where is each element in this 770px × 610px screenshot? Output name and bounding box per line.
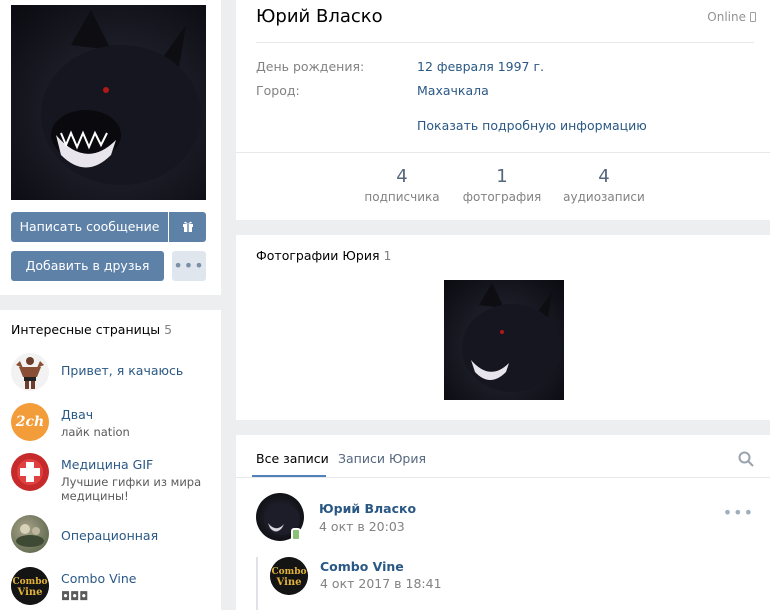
page-item[interactable]: 2ch Двач лайк nation bbox=[11, 403, 216, 447]
page-name[interactable]: Combo Vine bbox=[61, 571, 136, 586]
counter-label: подписчика bbox=[364, 190, 440, 204]
mobile-phone-icon bbox=[750, 12, 756, 22]
city-value[interactable]: Махачкала bbox=[417, 83, 489, 98]
counter-label: фотография bbox=[462, 190, 542, 204]
interesting-pages-title: Интересные страницы bbox=[11, 322, 161, 337]
svg-text:Vine: Vine bbox=[275, 577, 301, 588]
photos-card: Фотографии Юрия 1 bbox=[236, 235, 770, 420]
divider bbox=[256, 42, 754, 43]
page-subtitle: лайк nation bbox=[61, 425, 130, 439]
photos-header[interactable]: Фотографии Юрия 1 bbox=[256, 248, 391, 263]
page-name[interactable]: Операционная bbox=[61, 528, 158, 543]
photos-counter[interactable]: 1 фотография bbox=[457, 166, 547, 206]
audio-counter[interactable]: 4 аудиозаписи bbox=[559, 166, 649, 206]
page-avatar: 2ch bbox=[11, 403, 49, 441]
combo-vine-logo-icon: Combo Vine bbox=[270, 557, 308, 595]
birthday-value[interactable]: 12 февраля 1997 г. bbox=[417, 59, 544, 74]
send-message-button[interactable]: Написать сообщение bbox=[11, 212, 168, 242]
more-actions-button[interactable]: ••• bbox=[172, 251, 206, 281]
page-item[interactable]: Операционная bbox=[11, 515, 216, 559]
repost-indicator-line bbox=[256, 557, 258, 610]
repost-author-avatar[interactable]: Combo Vine bbox=[270, 557, 308, 595]
profile-avatar[interactable] bbox=[11, 5, 206, 200]
search-icon-glyph bbox=[738, 451, 754, 467]
svg-text:Vine: Vine bbox=[16, 587, 42, 598]
gift-icon bbox=[182, 221, 193, 232]
repost-author-name[interactable]: Combo Vine bbox=[320, 559, 404, 574]
wall-card: Все записи Записи Юрия Юрий Власко 4 окт… bbox=[236, 435, 770, 610]
counter-value: 4 bbox=[598, 166, 610, 187]
svg-text:Combo: Combo bbox=[13, 577, 48, 587]
page-name[interactable]: Двач bbox=[61, 407, 93, 422]
show-details-link[interactable]: Показать подробную информацию bbox=[417, 118, 647, 133]
operating-room-icon bbox=[16, 524, 44, 547]
page-avatar bbox=[11, 353, 49, 391]
repost-timestamp[interactable]: 4 окт 2017 в 18:41 bbox=[320, 576, 442, 591]
add-friend-button[interactable]: Добавить в друзья bbox=[11, 251, 164, 281]
bodybuilder-icon bbox=[16, 357, 44, 389]
divider bbox=[236, 477, 770, 478]
2ch-logo-icon: 2ch bbox=[15, 414, 45, 430]
interesting-pages-count: 5 bbox=[164, 322, 173, 337]
counter-value: 4 bbox=[396, 166, 408, 187]
mobile-online-icon bbox=[291, 528, 301, 541]
gift-button[interactable] bbox=[169, 212, 206, 242]
city-label: Город: bbox=[256, 83, 300, 98]
divider bbox=[236, 152, 770, 153]
page-subtitle: Лучшие гифки из мира медицины! bbox=[61, 475, 202, 503]
counter-label: аудиозаписи bbox=[563, 190, 645, 204]
page-item[interactable]: Медицина GIF Лучшие гифки из мира медици… bbox=[11, 453, 216, 503]
photo-thumbnail[interactable] bbox=[444, 280, 564, 400]
profile-actions-card: Написать сообщение Добавить в друзья ••• bbox=[0, 0, 221, 295]
wolf-image bbox=[462, 283, 562, 392]
counter-value: 1 bbox=[496, 166, 508, 187]
page-name[interactable]: Медицина GIF bbox=[61, 457, 153, 472]
interesting-pages-card: Интересные страницы 5 Привет, я качаюсь 2… bbox=[0, 310, 221, 610]
page-name[interactable]: Привет, я качаюсь bbox=[61, 363, 183, 378]
tab-user-posts[interactable]: Записи Юрия bbox=[338, 451, 426, 466]
profile-info-card: Юрий Власко Online День рождения: 12 фев… bbox=[236, 0, 770, 220]
page-subtitle: ◘◘◘ bbox=[61, 589, 89, 603]
medical-cross-icon bbox=[17, 459, 43, 485]
followers-counter[interactable]: 4 подписчика bbox=[357, 166, 447, 206]
post-more-button[interactable]: ••• bbox=[723, 503, 754, 522]
online-status-text: Online bbox=[707, 10, 746, 24]
search-icon[interactable] bbox=[738, 451, 754, 467]
page-avatar bbox=[11, 515, 49, 553]
page-avatar: Combo Vine bbox=[11, 567, 49, 605]
post-author-name[interactable]: Юрий Власко bbox=[319, 501, 416, 516]
photos-title: Фотографии Юрия bbox=[256, 248, 380, 263]
combo-vine-logo-icon: Combo Vine bbox=[11, 567, 49, 605]
tab-all-posts[interactable]: Все записи bbox=[256, 451, 329, 466]
birthday-label: День рождения: bbox=[256, 59, 365, 74]
page-avatar bbox=[11, 453, 49, 491]
interesting-pages-header[interactable]: Интересные страницы 5 bbox=[11, 322, 172, 337]
wolf-image bbox=[41, 10, 201, 185]
svg-text:Combo: Combo bbox=[272, 567, 307, 577]
photos-count: 1 bbox=[383, 248, 392, 263]
post-timestamp[interactable]: 4 окт в 20:03 bbox=[319, 519, 405, 534]
page-item[interactable]: Combo Vine Combo Vine ◘◘◘ bbox=[11, 567, 216, 610]
online-status: Online bbox=[707, 10, 756, 24]
page-item[interactable]: Привет, я качаюсь bbox=[11, 353, 216, 397]
profile-name: Юрий Власко bbox=[256, 6, 383, 27]
